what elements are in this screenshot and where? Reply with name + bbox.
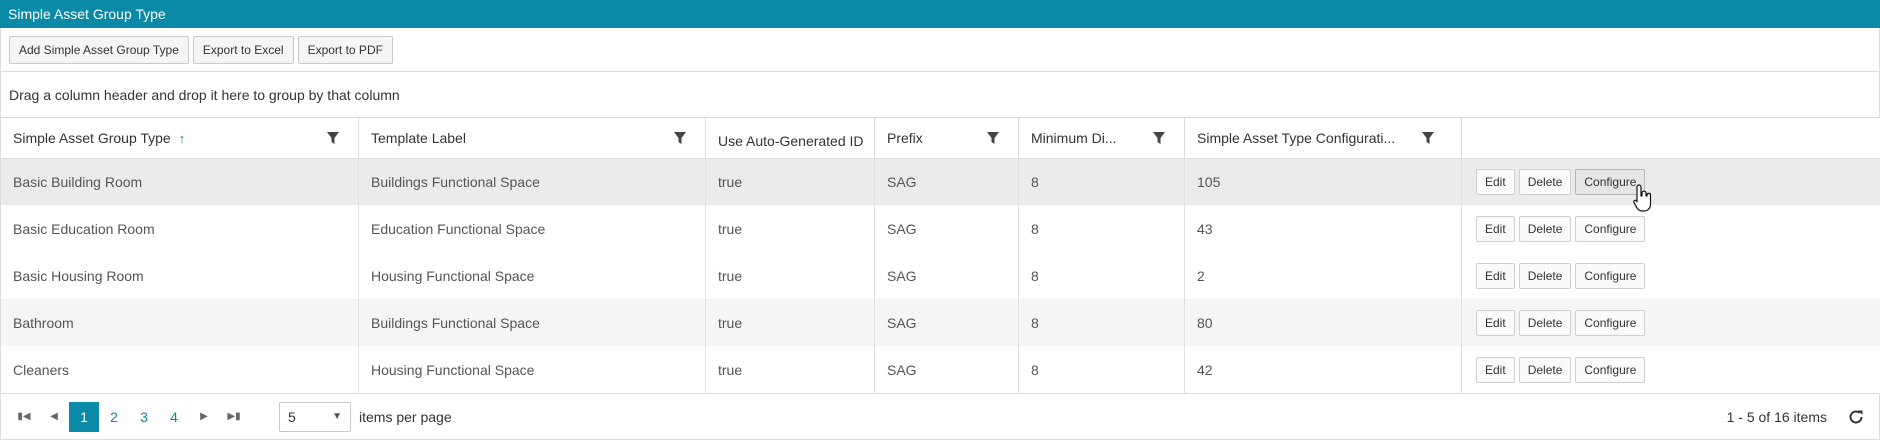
cell-auto-id: true [705, 205, 875, 252]
cell-actions: Edit Delete Configure [1461, 158, 1880, 205]
group-drop-zone[interactable]: Drag a column header and drop it here to… [0, 72, 1880, 118]
cell-auto-id: true [705, 252, 875, 299]
cell-auto-id: true [705, 158, 875, 205]
cell-group-type: Basic Education Room [0, 205, 359, 252]
edit-button[interactable]: Edit [1476, 215, 1515, 242]
cell-config-count: 42 [1184, 346, 1462, 393]
export-pdf-button[interactable]: Export to PDF [297, 35, 393, 64]
edit-button[interactable]: Edit [1476, 168, 1515, 195]
sort-ascending-icon: ↑ [178, 130, 186, 146]
column-header-config[interactable]: Simple Asset Type Configurati... [1184, 118, 1462, 159]
cell-actions: Edit Delete Configure [1462, 346, 1880, 393]
column-header-actions [1461, 118, 1880, 159]
delete-button[interactable]: Delete [1518, 168, 1572, 195]
cell-actions: Edit Delete Configure [1462, 252, 1880, 299]
cell-config-count: 2 [1184, 252, 1462, 299]
cell-config-count: 80 [1184, 299, 1462, 346]
column-header-label: Use Auto-Generated ID [718, 132, 864, 149]
cell-template-label: Buildings Functional Space [358, 299, 706, 346]
column-header-label: Simple Asset Group Type [13, 129, 171, 146]
delete-button[interactable]: Delete [1518, 309, 1572, 336]
table-row[interactable]: Cleaners Housing Functional Space true S… [0, 346, 1880, 393]
edit-button[interactable]: Edit [1476, 262, 1515, 289]
table-row[interactable]: Basic Housing Room Housing Functional Sp… [0, 252, 1880, 299]
filter-icon[interactable] [673, 131, 687, 145]
cell-actions: Edit Delete Configure [1461, 299, 1880, 346]
cell-minimum-digits: 8 [1018, 252, 1185, 299]
cell-minimum-digits: 8 [1018, 205, 1185, 252]
configure-button[interactable]: Configure [1575, 262, 1646, 289]
cell-auto-id: true [705, 346, 875, 393]
pager: ▮◀ ◀ 1 2 3 4 ▶ ▶▮ 5 ▼ items per page 1 -… [0, 393, 1880, 440]
window-title: Simple Asset Group Type [0, 0, 1880, 28]
next-page-icon[interactable]: ▶ [189, 411, 219, 422]
cell-group-type: Bathroom [0, 299, 359, 346]
cell-minimum-digits: 8 [1018, 158, 1185, 205]
page-button-3[interactable]: 3 [129, 402, 159, 432]
cell-minimum-digits: 8 [1018, 346, 1185, 393]
delete-button[interactable]: Delete [1518, 356, 1572, 383]
data-grid: Simple Asset Group Type ↑ Template Label … [0, 118, 1880, 393]
filter-icon[interactable] [326, 131, 340, 145]
configure-button[interactable]: Configure [1575, 215, 1646, 242]
export-excel-button[interactable]: Export to Excel [192, 35, 294, 64]
column-header-group-type[interactable]: Simple Asset Group Type ↑ [0, 118, 359, 159]
column-header-label: Prefix [887, 129, 923, 146]
cell-template-label: Housing Functional Space [358, 252, 706, 299]
column-header-label: Template Label [371, 129, 466, 146]
filter-icon[interactable] [1152, 131, 1166, 145]
page-button-1[interactable]: 1 [69, 401, 99, 432]
grid-toolbar: Add Simple Asset Group Type Export to Ex… [0, 28, 1880, 72]
edit-button[interactable]: Edit [1476, 356, 1515, 383]
cell-minimum-digits: 8 [1018, 299, 1185, 346]
configure-button[interactable]: Configure [1575, 356, 1646, 383]
cell-prefix: SAG [874, 205, 1019, 252]
configure-button[interactable]: Configure [1575, 309, 1646, 336]
cell-prefix: SAG [874, 299, 1019, 346]
cell-config-count: 43 [1184, 205, 1462, 252]
column-header-template-label[interactable]: Template Label [358, 118, 706, 159]
page-button-2[interactable]: 2 [99, 402, 129, 432]
column-header-auto-id[interactable]: Use Auto-Generated ID [705, 118, 875, 159]
column-header-label: Minimum Di... [1031, 129, 1117, 146]
column-header-prefix[interactable]: Prefix [874, 118, 1019, 159]
cell-group-type: Basic Building Room [0, 158, 359, 205]
prev-page-icon[interactable]: ◀ [39, 411, 69, 422]
cell-prefix: SAG [874, 346, 1019, 393]
filter-icon[interactable] [1421, 131, 1435, 145]
page-size-value: 5 [288, 408, 296, 425]
cell-prefix: SAG [874, 158, 1019, 205]
cell-group-type: Cleaners [0, 346, 359, 393]
table-row[interactable]: Bathroom Buildings Functional Space true… [0, 299, 1880, 346]
cell-group-type: Basic Housing Room [0, 252, 359, 299]
cell-prefix: SAG [874, 252, 1019, 299]
chevron-down-icon: ▼ [332, 411, 342, 422]
configure-button[interactable]: Configure [1575, 168, 1646, 195]
items-per-page-label: items per page [359, 408, 452, 425]
cell-actions: Edit Delete Configure [1462, 205, 1880, 252]
column-header-label: Simple Asset Type Configurati... [1197, 129, 1396, 146]
cell-template-label: Education Functional Space [358, 205, 706, 252]
add-simple-asset-group-type-button[interactable]: Add Simple Asset Group Type [9, 35, 189, 64]
edit-button[interactable]: Edit [1476, 309, 1515, 336]
cell-config-count: 105 [1184, 158, 1462, 205]
last-page-icon[interactable]: ▶▮ [219, 411, 249, 422]
header-row: Simple Asset Group Type ↑ Template Label … [0, 118, 1880, 159]
table-row[interactable]: Basic Building Room Buildings Functional… [0, 158, 1880, 205]
cell-template-label: Buildings Functional Space [358, 158, 706, 205]
delete-button[interactable]: Delete [1518, 262, 1572, 289]
filter-icon[interactable] [986, 131, 1000, 145]
cell-template-label: Housing Functional Space [358, 346, 706, 393]
page-button-4[interactable]: 4 [159, 402, 189, 432]
cell-auto-id: true [705, 299, 875, 346]
refresh-icon[interactable] [1847, 408, 1865, 426]
column-header-minimum-digits[interactable]: Minimum Di... [1018, 118, 1185, 159]
delete-button[interactable]: Delete [1518, 215, 1572, 242]
pager-info: 1 - 5 of 16 items [1726, 408, 1827, 425]
page-size-select[interactable]: 5 ▼ [279, 401, 351, 432]
table-row[interactable]: Basic Education Room Education Functiona… [0, 205, 1880, 252]
first-page-icon[interactable]: ▮◀ [9, 411, 39, 422]
